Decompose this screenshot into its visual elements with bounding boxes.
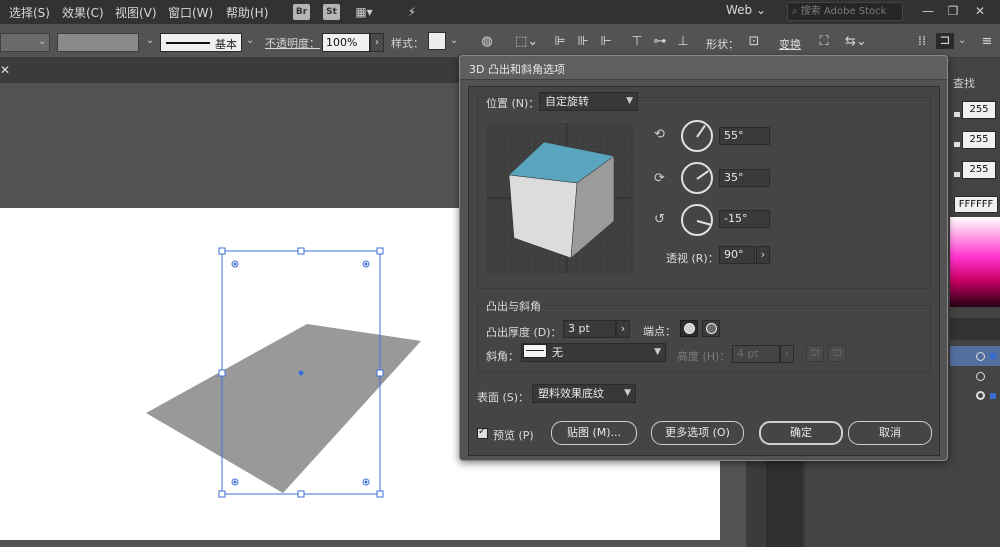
surface-dropdown[interactable]: 塑料效果底纹 ▼ — [532, 384, 636, 403]
dial-hand — [696, 220, 711, 226]
x-axis-rotation-icon: ⟲ — [654, 127, 665, 142]
slider-knob-icon[interactable] — [954, 172, 960, 177]
blue-value[interactable]: 255 — [962, 161, 996, 179]
panel-grid-icon[interactable]: ⁞⁞ — [913, 34, 931, 50]
selection-square-icon — [990, 393, 996, 399]
ok-button[interactable]: 确定 — [759, 421, 843, 445]
x-rotation-input[interactable]: 55° — [719, 127, 770, 145]
restore-icon[interactable]: ❐ — [943, 1, 963, 21]
z-axis-rotation-icon: ↺ — [654, 212, 665, 227]
green-value[interactable]: 255 — [962, 131, 996, 149]
close-window-icon[interactable]: ✕ — [970, 1, 990, 21]
x-rotation-dial[interactable] — [681, 120, 713, 152]
red-value[interactable]: 255 — [962, 101, 996, 119]
y-rotation-input[interactable]: 35° — [719, 169, 770, 187]
perspective-input[interactable]: 90° — [719, 246, 755, 264]
cap-on-button[interactable] — [680, 320, 698, 337]
search-placeholder: 搜索 Adobe Stock — [800, 6, 887, 17]
cancel-button[interactable]: 取消 — [848, 421, 932, 445]
selection-square-icon — [990, 353, 996, 359]
hex-color-field[interactable]: FFFFFF — [954, 196, 998, 213]
cube-preview[interactable] — [487, 123, 633, 273]
surface-value: 塑料效果底纹 — [538, 387, 604, 400]
chevron-down-icon: ▼ — [624, 388, 631, 398]
extrude-depth-input[interactable]: 3 pt — [563, 320, 616, 338]
layer-row[interactable] — [950, 366, 1000, 386]
target-icon[interactable] — [976, 372, 985, 381]
dial-hand — [696, 170, 710, 180]
bevel-extent-out-icon[interactable]: ⛫ — [828, 345, 846, 362]
slider-knob-icon[interactable] — [954, 112, 960, 117]
panel-menu-icon[interactable]: ⊐ — [936, 33, 954, 49]
menu-lines-icon[interactable]: ≡ — [978, 34, 996, 50]
perspective-label: 透视 (R)： — [666, 252, 719, 265]
perspective-slider-button[interactable]: › — [756, 246, 770, 264]
isolate-icon[interactable]: ⛶ — [815, 34, 833, 50]
preview-checkbox[interactable] — [477, 426, 488, 439]
shape-properties-icon[interactable]: ⊡ — [745, 34, 763, 50]
dialog-title: 3D 凸出和斜角选项 — [469, 63, 565, 76]
minimize-icon[interactable]: — — [918, 1, 938, 21]
chevron-down-icon[interactable]: ⌄ — [958, 35, 966, 46]
dial-hand — [696, 124, 706, 138]
cap-off-icon — [706, 323, 717, 334]
target-icon[interactable] — [976, 352, 985, 361]
more-options-button[interactable]: 更多选项 (O) — [651, 421, 744, 445]
height-label: 高度 (H)： — [677, 350, 731, 363]
chevron-down-icon: ▼ — [654, 347, 661, 357]
extrude-depth-label: 凸出厚度 (D)： — [486, 326, 562, 339]
map-art-button[interactable]: 贴图 (M)... — [551, 421, 637, 445]
search-icon: ⌕ — [792, 6, 801, 17]
bevel-value: 无 — [552, 346, 563, 359]
y-axis-rotation-icon: ⟳ — [654, 171, 665, 186]
extrude-depth-slider-button[interactable]: › — [616, 320, 630, 338]
cap-on-icon — [684, 323, 695, 334]
height-slider-button[interactable]: › — [780, 345, 794, 363]
preview-label[interactable]: 预览 (P) — [493, 427, 534, 443]
z-rotation-input[interactable]: -15° — [719, 210, 770, 228]
bevel-label: 斜角： — [486, 350, 519, 363]
surface-label: 表面 (S)： — [477, 391, 530, 404]
transform-button[interactable]: 变换 — [779, 36, 801, 52]
z-rotation-dial[interactable] — [681, 204, 713, 236]
dialog-titlebar[interactable]: 3D 凸出和斜角选项 — [460, 56, 947, 80]
flip-icon[interactable]: ⇆⌄ — [845, 34, 867, 50]
cap-label: 端点： — [643, 325, 676, 338]
adobe-stock-search[interactable]: ⌕ 搜索 Adobe Stock — [787, 2, 903, 21]
extrude-section-label: 凸出与斜角 — [486, 298, 544, 314]
height-input[interactable]: 4 pt — [732, 345, 780, 363]
y-rotation-dial[interactable] — [681, 162, 713, 194]
position-dropdown[interactable]: 自定旋转 ▼ — [539, 92, 638, 111]
color-spectrum[interactable] — [950, 217, 1000, 307]
layers-panel-header — [950, 318, 1000, 340]
target-icon[interactable] — [976, 391, 985, 400]
panel-tab-find[interactable]: 查找 — [953, 75, 975, 91]
bevel-extent-in-icon[interactable]: ⛫ — [806, 345, 824, 362]
slider-knob-icon[interactable] — [954, 142, 960, 147]
cap-off-button[interactable] — [702, 320, 720, 337]
bevel-preview-icon — [523, 344, 547, 358]
position-label: 位置 (N)： — [486, 97, 540, 110]
position-value: 自定旋转 — [545, 95, 589, 108]
chevron-down-icon: ▼ — [626, 96, 633, 106]
